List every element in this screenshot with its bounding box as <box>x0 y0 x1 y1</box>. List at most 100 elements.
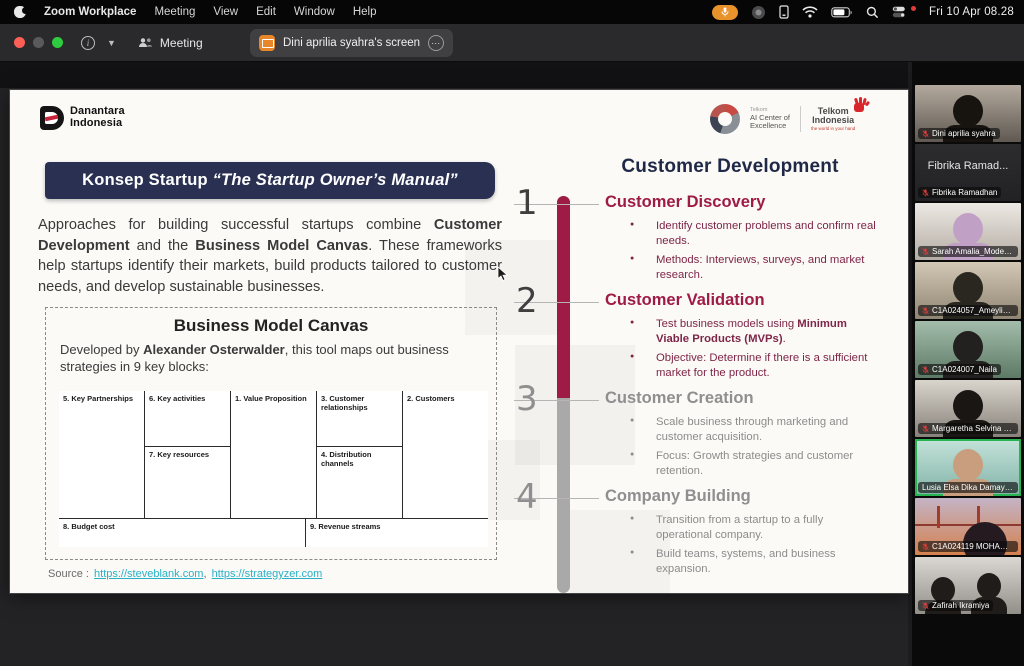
participant-name-label: Fibrika Ramadhan <box>918 187 1001 198</box>
participants-icon <box>138 37 153 49</box>
presentation-slide: Danantara Indonesia Telkom AI Center of … <box>10 90 908 593</box>
slide-title-banner: Konsep Startup “The Startup Owner’s Manu… <box>45 162 495 199</box>
muted-mic-icon <box>922 425 929 433</box>
partner-logos: Telkom AI Center of Excellence Telkom <box>710 104 855 134</box>
participant-name-label: C1A024007_Naila <box>918 364 1001 375</box>
participant-tile[interactable]: Lusia Elsa Dika Damayanty <box>915 439 1021 496</box>
bmc-cell-key-resources: 7. Key resources <box>145 447 230 518</box>
menu-item-view[interactable]: View <box>213 6 238 18</box>
ai-coe-logo-icon <box>710 104 740 134</box>
participant-tile[interactable]: Zafirah Ikramiya <box>915 557 1021 614</box>
cd-step-4: 4Company BuildingTransition from a start… <box>500 487 904 585</box>
tab-meeting[interactable]: Meeting <box>138 36 203 50</box>
apple-logo-icon[interactable] <box>14 6 26 18</box>
ai-coe-line2: Excellence <box>750 122 790 131</box>
participant-tile[interactable]: C1A024119 MOHAMMA... <box>915 498 1021 555</box>
close-window-button[interactable] <box>14 37 25 48</box>
tab-options-button[interactable]: ⋯ <box>428 35 444 51</box>
intro-paragraph: Approaches for building successful start… <box>38 215 502 298</box>
business-model-canvas-box: Business Model Canvas Developed by Alexa… <box>45 307 497 560</box>
menu-item-meeting[interactable]: Meeting <box>154 6 195 18</box>
step-bullets: Test business models using Minimum Viabl… <box>628 317 878 385</box>
participant-name-label: Lusia Elsa Dika Damayanty <box>918 482 1018 493</box>
device-icon[interactable] <box>779 5 789 19</box>
menu-item-help[interactable]: Help <box>353 6 377 18</box>
participant-name: Fibrika Ramadhan <box>932 188 997 197</box>
source-link-strategyzer[interactable]: https://strategyzer.com <box>212 568 323 580</box>
step-bullet: Identify customer problems and confirm r… <box>628 219 878 249</box>
menu-item-edit[interactable]: Edit <box>256 6 276 18</box>
mouse-cursor <box>497 266 509 282</box>
participant-name: C1A024119 MOHAMMA... <box>932 542 1014 551</box>
step-bullet: Objective: Determine if there is a suffi… <box>628 351 878 381</box>
participant-name: Margaretha Selvina W_... <box>932 424 1014 433</box>
slide-title-plain: Konsep Startup <box>82 171 212 189</box>
muted-mic-icon <box>922 602 929 610</box>
telkom-logo: Telkom Indonesia the world in your hand <box>811 107 855 132</box>
notification-dot <box>911 6 916 11</box>
menu-bar-clock[interactable]: Fri 10 Apr 08.28 <box>929 6 1014 18</box>
participant-tile[interactable]: Margaretha Selvina W_... <box>915 380 1021 437</box>
zoom-window-button[interactable] <box>52 37 63 48</box>
participants-sidebar: Dini aprilia syahraFibrika Ramad...Fibri… <box>912 62 1024 666</box>
participant-name: C1A024007_Naila <box>932 365 997 374</box>
bmc-cell-value-proposition: 1. Value Proposition <box>231 391 316 518</box>
tab-shared-screen[interactable]: Dini aprilia syahra's screen ⋯ <box>250 29 453 57</box>
bmc-cell-key-activities: 6. Key activities <box>145 391 230 446</box>
source-line: Source : https://steveblank.com, https:/… <box>48 568 322 580</box>
screen: Zoom Workplace Meeting View Edit Window … <box>0 0 1024 666</box>
muted-mic-icon <box>922 543 929 551</box>
battery-icon[interactable] <box>831 7 853 18</box>
window-controls <box>0 37 63 48</box>
participant-tile[interactable]: C1A024007_Naila <box>915 321 1021 378</box>
participant-head <box>953 272 983 304</box>
participant-name: Dini aprilia syahra <box>932 129 996 138</box>
step-heading: Customer Validation <box>605 291 765 310</box>
menu-item-window[interactable]: Window <box>294 6 335 18</box>
spotlight-search-icon[interactable] <box>866 6 879 19</box>
zoom-window-bar: i ▼ Meeting Dini aprilia syahra's screen… <box>0 24 1024 62</box>
mic-in-use-icon[interactable] <box>712 5 738 20</box>
customer-development-title: Customer Development <box>530 156 908 178</box>
participant-name-label: Zafirah Ikramiya <box>918 600 993 611</box>
telkom-hand-icon <box>853 97 869 113</box>
macos-menu-bar: Zoom Workplace Meeting View Edit Window … <box>0 0 1024 24</box>
bmc-cell-revenue-streams: 9. Revenue streams <box>306 519 488 547</box>
wifi-icon[interactable] <box>802 6 818 18</box>
muted-mic-icon <box>922 130 929 138</box>
screen-recording-icon[interactable] <box>751 5 766 20</box>
telkom-name: Telkom Indonesia <box>812 107 854 126</box>
muted-mic-icon <box>922 189 929 197</box>
control-center-icon[interactable] <box>892 6 906 18</box>
danantara-logo: Danantara Indonesia <box>40 106 125 130</box>
bmc-cell-key-partnerships: 5. Key Partnerships <box>59 391 144 518</box>
step-bullet: Build teams, systems, and business expan… <box>628 547 878 577</box>
muted-mic-icon <box>922 366 929 374</box>
step-bullet: Focus: Growth strategies and customer re… <box>628 449 878 479</box>
cd-step-2: 2Customer ValidationTest business models… <box>500 291 904 389</box>
muted-mic-icon <box>922 248 929 256</box>
participant-head <box>953 449 983 481</box>
participant-display-name: Fibrika Ramad... <box>915 160 1021 172</box>
screen-share-icon <box>259 35 275 51</box>
minimize-window-button[interactable] <box>33 37 44 48</box>
step-bullets: Scale business through marketing and cus… <box>628 415 878 483</box>
tab-shared-screen-label: Dini aprilia syahra's screen <box>283 37 420 49</box>
bmc-cell-budget-cost: 8. Budget cost <box>59 519 305 547</box>
menu-app-name[interactable]: Zoom Workplace <box>44 6 136 18</box>
participant-tile[interactable]: Sarah Amalia_Moderator <box>915 203 1021 260</box>
shared-screen-top-strip <box>0 62 908 88</box>
participant-head <box>953 95 983 127</box>
participant-tile[interactable]: Dini aprilia syahra <box>915 85 1021 142</box>
cd-step-1: 1Customer DiscoveryIdentify customer pro… <box>500 193 904 291</box>
participant-tile[interactable]: C1A024057_Ameylia Fa... <box>915 262 1021 319</box>
chevron-down-icon[interactable]: ▼ <box>107 38 116 48</box>
bmc-grid: 5. Key Partnerships 6. Key activities 7.… <box>59 391 488 547</box>
participant-tile[interactable]: Fibrika Ramad... Fibrika Ramadhan <box>915 144 1021 201</box>
participant-head <box>977 573 1001 599</box>
step-bullet: Transition from a startup to a fully ope… <box>628 513 878 543</box>
source-link-steveblank[interactable]: https://steveblank.com <box>94 568 203 580</box>
participant-name: C1A024057_Ameylia Fa... <box>932 306 1014 315</box>
meeting-info-icon[interactable]: i <box>81 36 95 50</box>
meeting-content: Danantara Indonesia Telkom AI Center of … <box>0 62 1024 666</box>
